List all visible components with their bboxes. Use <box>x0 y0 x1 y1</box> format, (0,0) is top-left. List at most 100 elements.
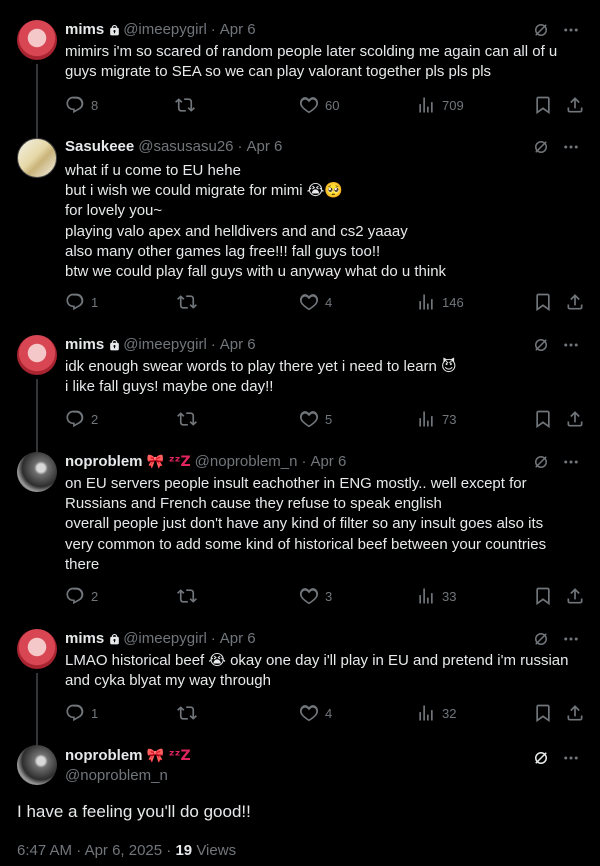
reply-button[interactable]: 1 <box>65 703 98 723</box>
views-button[interactable]: 73 <box>416 409 456 429</box>
more-icon[interactable] <box>562 138 580 156</box>
lock-icon <box>110 339 120 350</box>
grok-icon[interactable] <box>532 453 550 471</box>
reply-button[interactable]: 8 <box>65 95 98 115</box>
views-icon <box>419 705 433 721</box>
text-line: also many other games lag free!!! fall g… <box>65 242 381 260</box>
like-icon <box>299 588 319 605</box>
bookmark-button[interactable] <box>533 292 553 312</box>
like-button[interactable]: 5 <box>299 409 332 429</box>
share-button[interactable] <box>565 95 585 115</box>
share-button[interactable] <box>565 409 585 429</box>
like-button[interactable]: 60 <box>299 95 339 115</box>
display-name[interactable]: mims <box>65 20 104 40</box>
reply-tweet[interactable]: mims @imeepygirl · Apr 6 idk enough swea… <box>0 334 600 453</box>
tweet-text: on EU servers people insult eachother in… <box>65 474 585 575</box>
reply-button[interactable]: 2 <box>65 586 98 606</box>
post-time[interactable]: 6:47 AM <box>17 842 72 859</box>
share-button[interactable] <box>565 586 585 606</box>
reply-icon <box>66 410 84 428</box>
like-button[interactable]: 3 <box>299 586 332 606</box>
handle[interactable]: @noproblem_n <box>195 452 298 472</box>
grok-icon[interactable] <box>532 21 550 39</box>
reply-icon <box>66 96 84 114</box>
grok-icon[interactable] <box>532 336 550 354</box>
more-icon[interactable] <box>562 21 580 39</box>
avatar[interactable] <box>17 335 57 375</box>
grok-icon[interactable] <box>532 138 550 156</box>
display-name[interactable]: mims <box>65 335 104 355</box>
text-line: and cyka blyat my way through <box>65 672 271 690</box>
handle[interactable]: @noproblem_n <box>65 766 168 786</box>
bookmark-icon <box>536 704 550 723</box>
repost-button[interactable] <box>177 586 203 606</box>
tweet-handle-row: @noproblem_n <box>65 766 168 786</box>
grok-icon[interactable] <box>532 749 550 767</box>
display-name[interactable]: noproblem <box>65 452 143 472</box>
more-icon[interactable] <box>562 749 580 767</box>
tweet-header: mims @imeepygirl · Apr 6 <box>65 20 256 40</box>
post-date[interactable]: Apr 6 <box>220 335 256 355</box>
grok-icon[interactable] <box>532 630 550 648</box>
bookmark-button[interactable] <box>533 586 553 606</box>
post-date[interactable]: Apr 6 <box>220 20 256 40</box>
repost-icon <box>177 706 197 720</box>
share-button[interactable] <box>565 292 585 312</box>
views-button[interactable]: 32 <box>416 703 456 723</box>
tweet-actions: 1 4 146 <box>65 292 585 312</box>
views-icon <box>419 97 433 113</box>
repost-button[interactable] <box>177 409 203 429</box>
lock-icon <box>110 24 120 35</box>
main-tweet-text: I have a feeling you'll do good!! <box>17 802 251 821</box>
display-name[interactable]: noproblem <box>65 746 143 766</box>
post-date[interactable]: Apr 6, 2025 <box>85 842 163 859</box>
avatar[interactable] <box>17 20 57 60</box>
more-icon[interactable] <box>562 630 580 648</box>
tweet-actions: 2 5 73 <box>65 409 585 429</box>
like-button[interactable]: 4 <box>299 292 332 312</box>
share-button[interactable] <box>565 703 585 723</box>
handle[interactable]: @sasusasu26 <box>138 137 233 157</box>
views-button[interactable]: 33 <box>416 586 456 606</box>
bookmark-button[interactable] <box>533 703 553 723</box>
avatar[interactable] <box>17 745 57 785</box>
text-line: Russians and French cause they refuse to… <box>65 495 442 513</box>
avatar[interactable] <box>17 629 57 669</box>
repost-button[interactable] <box>177 292 203 312</box>
tweet-top-icons <box>532 452 580 472</box>
tweet-header: mims @imeepygirl · Apr 6 <box>65 629 256 649</box>
more-icon[interactable] <box>562 336 580 354</box>
share-icon <box>567 411 583 427</box>
tweet-actions: 8 60 709 <box>65 95 585 115</box>
views-button[interactable]: 146 <box>416 292 464 312</box>
handle[interactable]: @imeepygirl <box>123 335 207 355</box>
display-name[interactable]: mims <box>65 629 104 649</box>
bookmark-button[interactable] <box>533 95 553 115</box>
reply-tweet[interactable]: mims @imeepygirl · Apr 6 LMAO historical… <box>0 628 600 771</box>
avatar[interactable] <box>17 138 57 178</box>
post-date[interactable]: Apr 6 <box>310 452 346 472</box>
display-name[interactable]: Sasukeee <box>65 137 134 157</box>
post-date[interactable]: Apr 6 <box>220 629 256 649</box>
handle[interactable]: @imeepygirl <box>123 629 207 649</box>
handle[interactable]: @imeepygirl <box>123 20 207 40</box>
reply-tweet[interactable]: Sasukeee @sasusasu26 · Apr 6 what if u c… <box>0 137 600 317</box>
reply-button[interactable]: 1 <box>65 292 98 312</box>
name-emoji: 🎀 ᶻᶻZ <box>146 454 191 470</box>
post-date[interactable]: Apr 6 <box>247 137 283 157</box>
bookmark-icon <box>536 293 550 312</box>
views-button[interactable]: 709 <box>416 95 464 115</box>
repost-button[interactable] <box>175 95 201 115</box>
bookmark-button[interactable] <box>533 409 553 429</box>
bookmark-icon <box>536 587 550 606</box>
separator: · <box>301 453 307 470</box>
reply-tweet[interactable]: noproblem 🎀 ᶻᶻZ @noproblem_n · Apr 6 on … <box>0 451 600 611</box>
text-line: there <box>65 555 100 573</box>
reply-button[interactable]: 2 <box>65 409 98 429</box>
more-icon[interactable] <box>562 453 580 471</box>
avatar[interactable] <box>17 452 57 492</box>
reply-tweet[interactable]: mims @imeepygirl · Apr 6 mimirs i'm so s… <box>0 20 600 138</box>
repost-button[interactable] <box>177 703 203 723</box>
text-line: btw we could play fall guys with u anywa… <box>65 263 447 281</box>
like-button[interactable]: 4 <box>299 703 332 723</box>
